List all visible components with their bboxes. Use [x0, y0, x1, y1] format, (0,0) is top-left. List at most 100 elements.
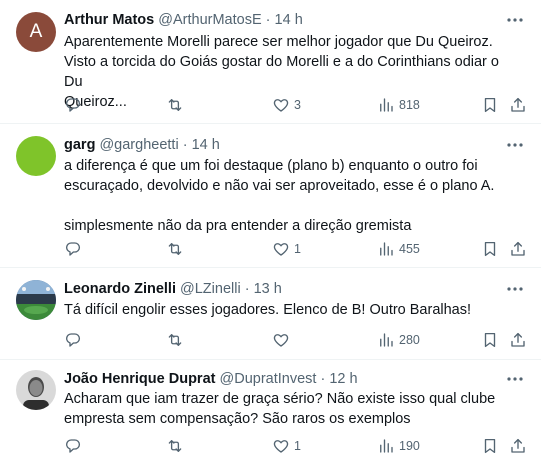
like-button[interactable]: 1 — [272, 436, 301, 456]
views-count: 818 — [399, 98, 420, 112]
author-name[interactable]: João Henrique Duprat — [64, 371, 215, 387]
reply-button[interactable] — [64, 95, 82, 115]
tweet-text: Tá difícil engolir esses jogadores. Elen… — [64, 300, 521, 320]
tweet-line: escuraçado, devolvido e não vai ser apro… — [64, 178, 495, 194]
bookmark-button[interactable] — [481, 330, 499, 350]
views-bar-chart-icon — [377, 96, 395, 114]
views-button[interactable]: 455 — [377, 239, 420, 259]
reply-button[interactable] — [64, 330, 82, 350]
timestamp[interactable]: 14 h — [275, 12, 303, 28]
author-handle[interactable]: @DupratInvest — [220, 371, 317, 387]
heart-icon — [272, 437, 290, 455]
views-button[interactable]: 818 — [377, 95, 420, 115]
avatar-photo — [16, 280, 56, 320]
views-button[interactable]: 280 — [377, 330, 420, 350]
avatar-photo — [16, 370, 56, 410]
heart-icon — [272, 96, 290, 114]
retweet-button[interactable] — [166, 330, 184, 350]
views-button[interactable]: 190 — [377, 436, 420, 456]
reply-button[interactable] — [64, 436, 82, 456]
tweet-line: Tá difícil engolir esses jogadores. Elen… — [64, 302, 472, 318]
tweet-4[interactable]: João Henrique Duprat @DupratInvest · 12 … — [0, 360, 541, 466]
views-count: 280 — [399, 333, 420, 347]
retweet-button[interactable] — [166, 95, 184, 115]
share-icon — [509, 240, 527, 258]
tweet-text: a diferença é que um foi destaque (plano… — [64, 156, 521, 236]
author-name[interactable]: garg — [64, 137, 95, 153]
share-button[interactable] — [509, 239, 527, 259]
like-button[interactable]: 3 — [272, 95, 301, 115]
share-icon — [509, 437, 527, 455]
bookmark-icon — [481, 437, 499, 455]
retweet-icon — [166, 437, 184, 455]
tweet-line: empresta sem compensação? São raros os e… — [64, 411, 411, 427]
tweet-1[interactable]: A Arthur Matos @ArthurMatosE · 14 h Apar… — [0, 0, 541, 124]
share-button[interactable] — [509, 95, 527, 115]
like-count: 3 — [294, 98, 301, 112]
views-bar-chart-icon — [377, 240, 395, 258]
share-icon — [509, 331, 527, 349]
tweet-line: Acharam que iam trazer de graça sério? N… — [64, 391, 496, 407]
tweet-2[interactable]: garg @gargheetti · 14 h a diferença é qu… — [0, 124, 541, 268]
share-button[interactable] — [509, 330, 527, 350]
reply-button[interactable] — [64, 239, 82, 259]
tweet-actions: 3 818 — [0, 95, 541, 115]
share-icon — [509, 96, 527, 114]
reply-icon — [64, 240, 82, 258]
retweet-icon — [166, 240, 184, 258]
timestamp[interactable]: 12 h — [329, 371, 357, 387]
heart-icon — [272, 331, 290, 349]
author-name[interactable]: Leonardo Zinelli — [64, 281, 176, 297]
reply-icon — [64, 437, 82, 455]
timestamp[interactable]: 13 h — [254, 281, 282, 297]
tweet-line: simplesmente não da pra entender a direç… — [64, 218, 412, 234]
heart-icon — [272, 240, 290, 258]
like-count: 1 — [294, 439, 301, 453]
retweet-icon — [166, 331, 184, 349]
timestamp[interactable]: 14 h — [192, 137, 220, 153]
bookmark-button[interactable] — [481, 436, 499, 456]
author-handle[interactable]: @ArthurMatosE — [158, 12, 261, 28]
avatar[interactable] — [16, 280, 56, 320]
author-handle[interactable]: @gargheetti — [99, 137, 178, 153]
avatar-letter: A — [29, 21, 43, 42]
reply-icon — [64, 331, 82, 349]
retweet-button[interactable] — [166, 239, 184, 259]
bookmark-icon — [481, 331, 499, 349]
separator-dot: · — [265, 12, 271, 28]
more-options-icon[interactable] — [505, 279, 525, 299]
separator-dot: · — [244, 281, 250, 297]
tweet-line: Visto a torcida do Goiás gostar do Morel… — [64, 54, 499, 90]
tweet-line: a diferença é que um foi destaque (plano… — [64, 158, 478, 174]
bookmark-icon — [481, 96, 499, 114]
views-count: 455 — [399, 242, 420, 256]
bookmark-button[interactable] — [481, 95, 499, 115]
author-handle[interactable]: @LZinelli — [180, 281, 241, 297]
tweet-3[interactable]: Leonardo Zinelli @LZinelli · 13 h Tá dif… — [0, 268, 541, 360]
more-options-icon[interactable] — [505, 135, 525, 155]
retweet-icon — [166, 96, 184, 114]
more-options-icon[interactable] — [505, 369, 525, 389]
tweet-actions: 280 — [0, 330, 541, 350]
avatar[interactable]: A — [16, 12, 56, 52]
like-button[interactable]: 1 — [272, 239, 301, 259]
reply-icon — [64, 96, 82, 114]
bookmark-button[interactable] — [481, 239, 499, 259]
more-options-icon[interactable] — [505, 10, 525, 30]
views-bar-chart-icon — [377, 331, 395, 349]
author-name[interactable]: Arthur Matos — [64, 12, 154, 28]
tweet-line: Aparentemente Morelli parece ser melhor … — [64, 34, 493, 50]
bookmark-icon — [481, 240, 499, 258]
avatar[interactable] — [16, 136, 56, 176]
share-button[interactable] — [509, 436, 527, 456]
views-bar-chart-icon — [377, 437, 395, 455]
tweet-text: Acharam que iam trazer de graça sério? N… — [64, 389, 521, 429]
retweet-button[interactable] — [166, 436, 184, 456]
separator-dot: · — [182, 137, 188, 153]
separator-dot: · — [320, 371, 326, 387]
tweet-actions: 1 190 — [0, 436, 541, 456]
views-count: 190 — [399, 439, 420, 453]
avatar[interactable] — [16, 370, 56, 410]
like-count: 1 — [294, 242, 301, 256]
like-button[interactable] — [272, 330, 290, 350]
